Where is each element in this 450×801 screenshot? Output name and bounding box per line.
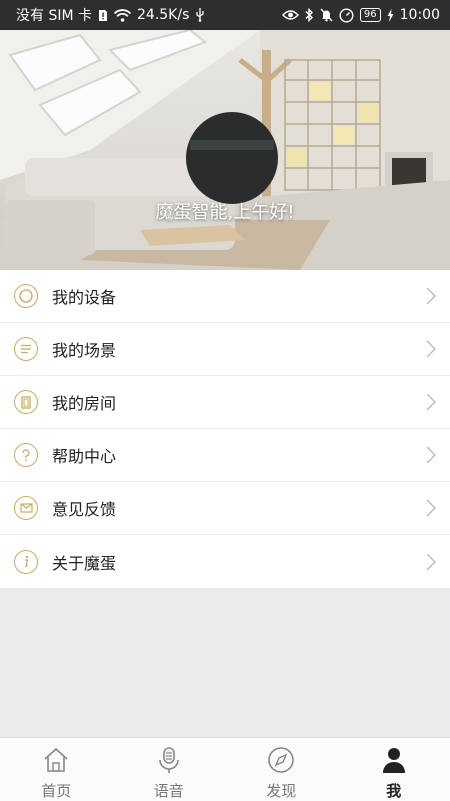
mute-bell-icon	[320, 8, 333, 22]
person-icon	[380, 746, 408, 778]
living-room-illustration	[0, 30, 450, 270]
tab-voice[interactable]: 语音	[113, 738, 226, 801]
tab-label: 发现	[266, 780, 296, 801]
tab-label: 我	[386, 780, 401, 801]
menu-item-about[interactable]: 关于魔蛋	[0, 535, 450, 588]
menu-label: 我的房间	[52, 390, 116, 414]
usb-icon	[195, 8, 205, 22]
greeting-text: 魔蛋智能,上午好!	[0, 198, 450, 224]
menu-item-my-devices[interactable]: 我的设备	[0, 270, 450, 323]
tab-home[interactable]: 首页	[0, 738, 113, 801]
menu-label: 我的场景	[52, 337, 116, 361]
eye-icon	[282, 9, 299, 21]
menu-label: 我的设备	[52, 284, 116, 308]
scene-list-icon	[14, 337, 38, 361]
menu-item-feedback[interactable]: 意见反馈	[0, 482, 450, 535]
tab-label: 首页	[41, 780, 71, 801]
chevron-right-icon	[426, 340, 436, 362]
chevron-right-icon	[426, 393, 436, 415]
profile-menu: 我的设备 我的场景 我的房间 帮助中心 意见反馈	[0, 270, 450, 588]
bottom-tab-bar: 首页 语音 发现 我	[0, 737, 450, 801]
chevron-right-icon	[426, 499, 436, 521]
info-icon	[14, 550, 38, 574]
sim-status-text: 没有 SIM 卡	[16, 5, 92, 25]
chevron-right-icon	[426, 553, 436, 575]
compass-icon	[267, 746, 295, 778]
chevron-right-icon	[426, 287, 436, 309]
menu-item-my-rooms[interactable]: 我的房间	[0, 376, 450, 429]
status-bar: 没有 SIM 卡 24.5K/s 96 10:00	[0, 0, 450, 30]
sim-alert-icon	[98, 9, 108, 22]
network-speed-text: 24.5K/s	[137, 7, 189, 23]
clock-time: 10:00	[400, 7, 440, 23]
device-circle-icon	[14, 284, 38, 308]
charging-icon	[387, 9, 394, 22]
hero-banner: 魔蛋智能,上午好!	[0, 30, 450, 270]
battery-level: 96	[360, 8, 381, 22]
wifi-icon	[114, 9, 131, 22]
home-icon	[42, 746, 70, 778]
menu-label: 意见反馈	[52, 496, 116, 520]
menu-item-help-center[interactable]: 帮助中心	[0, 429, 450, 482]
tab-me[interactable]: 我	[338, 738, 450, 801]
menu-label: 帮助中心	[52, 443, 116, 467]
help-question-icon	[14, 443, 38, 467]
tab-discover[interactable]: 发现	[225, 738, 338, 801]
menu-item-my-scenes[interactable]: 我的场景	[0, 323, 450, 376]
speedometer-icon	[339, 8, 354, 23]
room-door-icon	[14, 390, 38, 414]
bluetooth-icon	[305, 8, 314, 22]
feedback-mail-icon	[14, 496, 38, 520]
tab-label: 语音	[154, 780, 184, 801]
menu-label: 关于魔蛋	[52, 550, 116, 574]
microphone-icon	[155, 746, 183, 778]
chevron-right-icon	[426, 446, 436, 468]
